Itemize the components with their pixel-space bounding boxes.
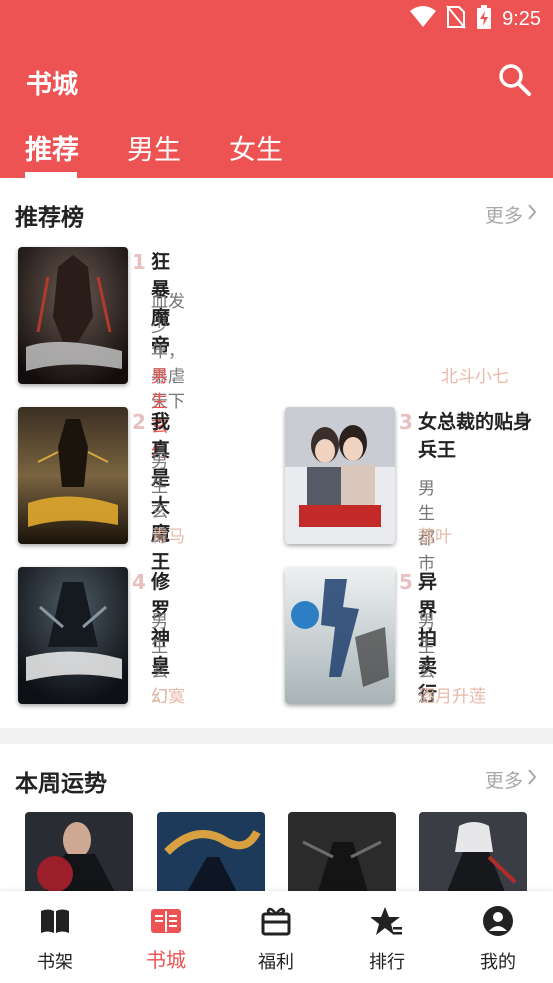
screen: 9:25 书城 推荐 男生 女生 推荐榜 更多 1 狂暴魔帝 血发少年，暴虐天下… (0, 0, 553, 983)
book-cover[interactable] (18, 247, 128, 384)
more-label: 更多 (484, 205, 523, 227)
rank-number: 4 (132, 570, 146, 594)
nav-label: 福利 (258, 952, 294, 973)
tab-recommend[interactable]: 推荐 (25, 128, 79, 167)
rank-number: 5 (399, 570, 413, 594)
nav-item-welfare[interactable]: 福利 (221, 891, 331, 983)
battery-charging-icon (476, 5, 492, 33)
page-title: 书城 (26, 70, 79, 100)
book-author: 逐月升莲 (418, 687, 486, 707)
chevron-right-icon (527, 768, 537, 791)
more-link-recommend[interactable]: 更多 (485, 201, 537, 228)
rank-number: 1 (132, 250, 146, 274)
weekly-book-cover[interactable] (157, 812, 265, 892)
bottom-nav: 书架 书城 福利 排行 我的 (0, 891, 553, 983)
book-author: 落叶 (418, 527, 452, 547)
search-icon[interactable] (497, 62, 533, 98)
no-sim-icon (446, 5, 466, 33)
nav-label: 我的 (480, 952, 516, 973)
tab-female[interactable]: 女生 (229, 128, 283, 167)
chevron-right-icon (527, 203, 537, 226)
book-cover[interactable] (285, 567, 395, 704)
wifi-icon (410, 6, 437, 32)
status-bar: 9:25 (0, 0, 553, 40)
weekly-book-cover[interactable] (419, 812, 527, 892)
tab-male[interactable]: 男生 (127, 128, 181, 167)
rank-number: 3 (399, 410, 413, 434)
nav-item-profile[interactable]: 我的 (443, 891, 553, 983)
gift-icon (260, 905, 292, 937)
header: 9:25 书城 推荐 男生 女生 (0, 0, 553, 178)
section-title-recommend: 推荐榜 (15, 205, 84, 231)
rank-number: 2 (132, 410, 146, 434)
book-title: 女总裁的贴身兵王 (418, 411, 533, 461)
section-title-weekly: 本周运势 (15, 771, 107, 797)
book-cover[interactable] (18, 407, 128, 544)
section-divider (0, 728, 553, 744)
more-link-weekly[interactable]: 更多 (485, 766, 537, 793)
nav-item-bookstore[interactable]: 书城 (111, 891, 221, 983)
profile-icon (482, 905, 514, 937)
nav-item-ranking[interactable]: 排行 (332, 891, 442, 983)
nav-label: 书架 (37, 952, 73, 973)
status-time: 9:25 (502, 7, 541, 30)
book-author: 幻寞 (151, 687, 185, 707)
weekly-book-cover[interactable] (25, 812, 133, 892)
book-author: 青马 (151, 527, 185, 547)
weekly-book-cover[interactable] (288, 812, 396, 892)
book-cover[interactable] (18, 567, 128, 704)
nav-item-bookshelf[interactable]: 书架 (0, 891, 110, 983)
nav-label: 排行 (369, 952, 405, 973)
more-label: 更多 (484, 770, 523, 792)
bookshelf-icon (39, 905, 71, 937)
book-author: 北斗小七 (441, 367, 509, 387)
book-cover[interactable] (285, 407, 395, 544)
ranking-star-icon (370, 905, 403, 937)
nav-label: 书城 (146, 948, 186, 972)
tab-indicator (25, 172, 77, 178)
bookstore-icon (150, 905, 182, 937)
